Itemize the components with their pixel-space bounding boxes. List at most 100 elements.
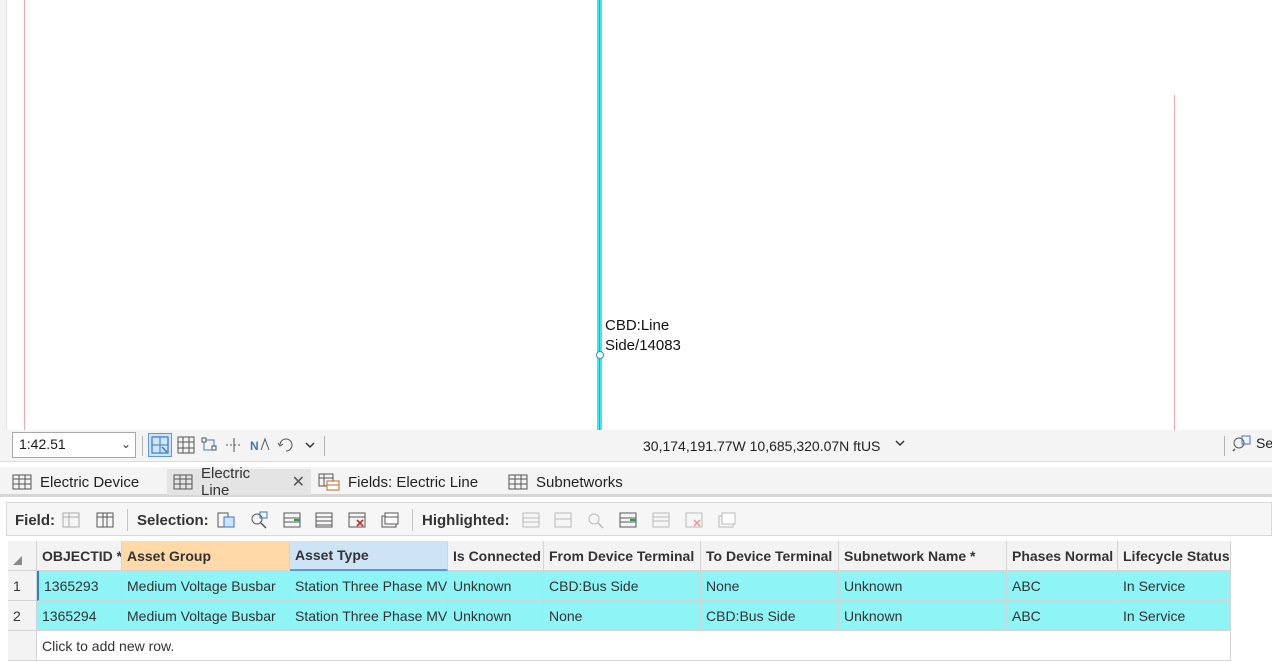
column-header-subnetwork-name[interactable]: Subnetwork Name *	[839, 541, 1007, 571]
constraint-icon[interactable]	[222, 433, 246, 457]
select-all-corner[interactable]	[8, 541, 37, 571]
table-cell[interactable]: Station Three Phase MV	[290, 601, 448, 631]
table-cell[interactable]: Unknown	[839, 601, 1007, 631]
calculate-field-icon[interactable]	[93, 508, 117, 532]
field-label: Field:	[15, 512, 55, 529]
column-header-to-device-terminal[interactable]: To Device Terminal	[701, 541, 839, 571]
table-cell[interactable]: In Service	[1118, 601, 1231, 631]
highlight-all-icon[interactable]	[649, 508, 673, 532]
scale-value: 1:42.51	[19, 436, 66, 452]
table-cell[interactable]: Unknown	[448, 571, 544, 601]
map-feature-line[interactable]	[24, 0, 25, 430]
table-cell[interactable]: Unknown	[448, 601, 544, 631]
table-cell[interactable]: 1365294	[37, 601, 122, 631]
map-feature-line[interactable]	[1174, 95, 1175, 430]
table-cell[interactable]: Medium Voltage Busbar	[122, 601, 290, 631]
add-field-icon[interactable]	[59, 508, 83, 532]
rotate-icon[interactable]	[274, 433, 298, 457]
switch-selection-icon[interactable]	[280, 508, 304, 532]
toolbar-separator	[127, 509, 128, 531]
table-cell[interactable]: None	[701, 571, 839, 601]
selection-zoom-label: Se	[1256, 435, 1272, 451]
switch-highlight-icon[interactable]	[519, 508, 543, 532]
coordinates-readout: 30,174,191.77W 10,685,320.07N ftUS	[643, 438, 881, 454]
tab-fields-electric-line[interactable]: Fields: Electric Line	[312, 469, 484, 495]
table-icon	[173, 474, 193, 490]
column-header-asset-group[interactable]: Asset Group	[122, 541, 290, 571]
corner-triangle-icon	[13, 556, 22, 565]
snapping-grid-icon[interactable]	[148, 433, 172, 457]
tab-subnetworks[interactable]: Subnetworks	[502, 469, 629, 495]
line-vertex[interactable]	[596, 351, 604, 359]
map-status-bar: 1:42.51 ⌄ N 30,174,191.77W 10,685,320.07…	[0, 430, 1272, 462]
toolbar-separator	[412, 509, 413, 531]
column-header-is-connected[interactable]: Is Connected	[448, 541, 544, 571]
table-toolbar: Field: Selection: Highlighted:	[6, 502, 1272, 536]
column-header-asset-type[interactable]: Asset Type	[290, 541, 448, 571]
table-cell[interactable]: ABC	[1007, 571, 1118, 601]
map-left-border	[0, 0, 7, 430]
selected-busbar-line-core	[599, 0, 600, 430]
tab-electric-device[interactable]: Electric Device	[6, 469, 145, 495]
add-new-row-prompt[interactable]: Click to add new row.	[37, 631, 1231, 661]
attribute-table: OBJECTID * Asset Group Asset Type Is Con…	[8, 541, 1272, 662]
selection-label: Selection:	[137, 512, 209, 529]
delete-selection-icon[interactable]	[378, 508, 402, 532]
table-row[interactable]: 1 1365293 Medium Voltage Busbar Station …	[8, 571, 1231, 601]
unhighlight-icon[interactable]	[682, 508, 706, 532]
north-arrow-icon[interactable]: N	[248, 433, 272, 457]
fields-icon	[318, 473, 340, 491]
row-number[interactable]: 2	[8, 601, 37, 631]
table-cell[interactable]: Medium Voltage Busbar	[122, 571, 290, 601]
tab-label: Subnetworks	[536, 473, 623, 491]
table-icon	[12, 474, 32, 490]
table-cell[interactable]: None	[544, 601, 701, 631]
table-cell[interactable]: CBD:Bus Side	[544, 571, 701, 601]
topology-icon[interactable]	[198, 433, 222, 457]
map-view[interactable]: CBD:Line Side/14083	[0, 0, 1272, 430]
status-separator	[324, 436, 325, 456]
zoom-to-selection-icon[interactable]	[247, 508, 271, 532]
column-header-phases-normal[interactable]: Phases Normal	[1007, 541, 1118, 571]
attribute-table-tabs: Electric Device Electric Line ✕ Fields: …	[0, 465, 1272, 499]
row-number	[8, 631, 37, 661]
table-cell[interactable]: In Service	[1118, 571, 1231, 601]
table-cell[interactable]: Station Three Phase MV	[290, 571, 448, 601]
tab-label: Electric Line	[201, 465, 251, 499]
scale-dropdown[interactable]: 1:42.51 ⌄	[12, 432, 136, 458]
svg-text:N: N	[250, 439, 259, 453]
map-feature-label: CBD:Line Side/14083	[605, 317, 681, 354]
reverse-highlight-icon[interactable]	[551, 508, 575, 532]
highlighted-label: Highlighted:	[422, 512, 510, 529]
grid-icon[interactable]	[174, 433, 198, 457]
zoom-to-highlight-icon[interactable]	[584, 508, 608, 532]
status-separator	[142, 436, 143, 456]
tab-electric-line[interactable]: Electric Line ✕	[167, 465, 311, 499]
delete-highlighted-icon[interactable]	[715, 508, 739, 532]
zoom-selection-icon	[1232, 435, 1251, 452]
status-separator	[1224, 436, 1225, 456]
chevron-down-icon: ⌄	[120, 437, 131, 451]
chevron-down-icon[interactable]	[894, 437, 906, 453]
tab-label: Electric Device	[40, 473, 140, 491]
table-cell[interactable]: Unknown	[839, 571, 1007, 601]
table-cell[interactable]: 1365293	[37, 571, 122, 601]
table-row[interactable]: 2 1365294 Medium Voltage Busbar Station …	[8, 601, 1231, 631]
select-all-icon[interactable]	[312, 508, 336, 532]
table-cell[interactable]: ABC	[1007, 601, 1118, 631]
clear-selection-icon[interactable]	[345, 508, 369, 532]
column-header-from-device-terminal[interactable]: From Device Terminal	[544, 541, 701, 571]
column-header-lifecycle-status[interactable]: Lifecycle Status	[1118, 541, 1231, 571]
arcgis-pro-window: CBD:Line Side/14083 1:42.51 ⌄ N 30,174,1…	[0, 0, 1272, 662]
table-header-row: OBJECTID * Asset Group Asset Type Is Con…	[8, 541, 1231, 571]
column-header-objectid[interactable]: OBJECTID *	[37, 541, 122, 571]
close-icon[interactable]: ✕	[292, 472, 305, 492]
table-cell[interactable]: CBD:Bus Side	[701, 601, 839, 631]
tab-label: Fields: Electric Line	[348, 473, 479, 491]
chevron-down-icon[interactable]	[298, 433, 322, 457]
select-by-attributes-icon[interactable]	[214, 508, 238, 532]
highlight-rows-icon[interactable]	[616, 508, 640, 532]
row-number[interactable]: 1	[8, 571, 37, 601]
add-row[interactable]: Click to add new row.	[8, 631, 1231, 661]
selection-zoom-button[interactable]: Se	[1232, 434, 1272, 452]
